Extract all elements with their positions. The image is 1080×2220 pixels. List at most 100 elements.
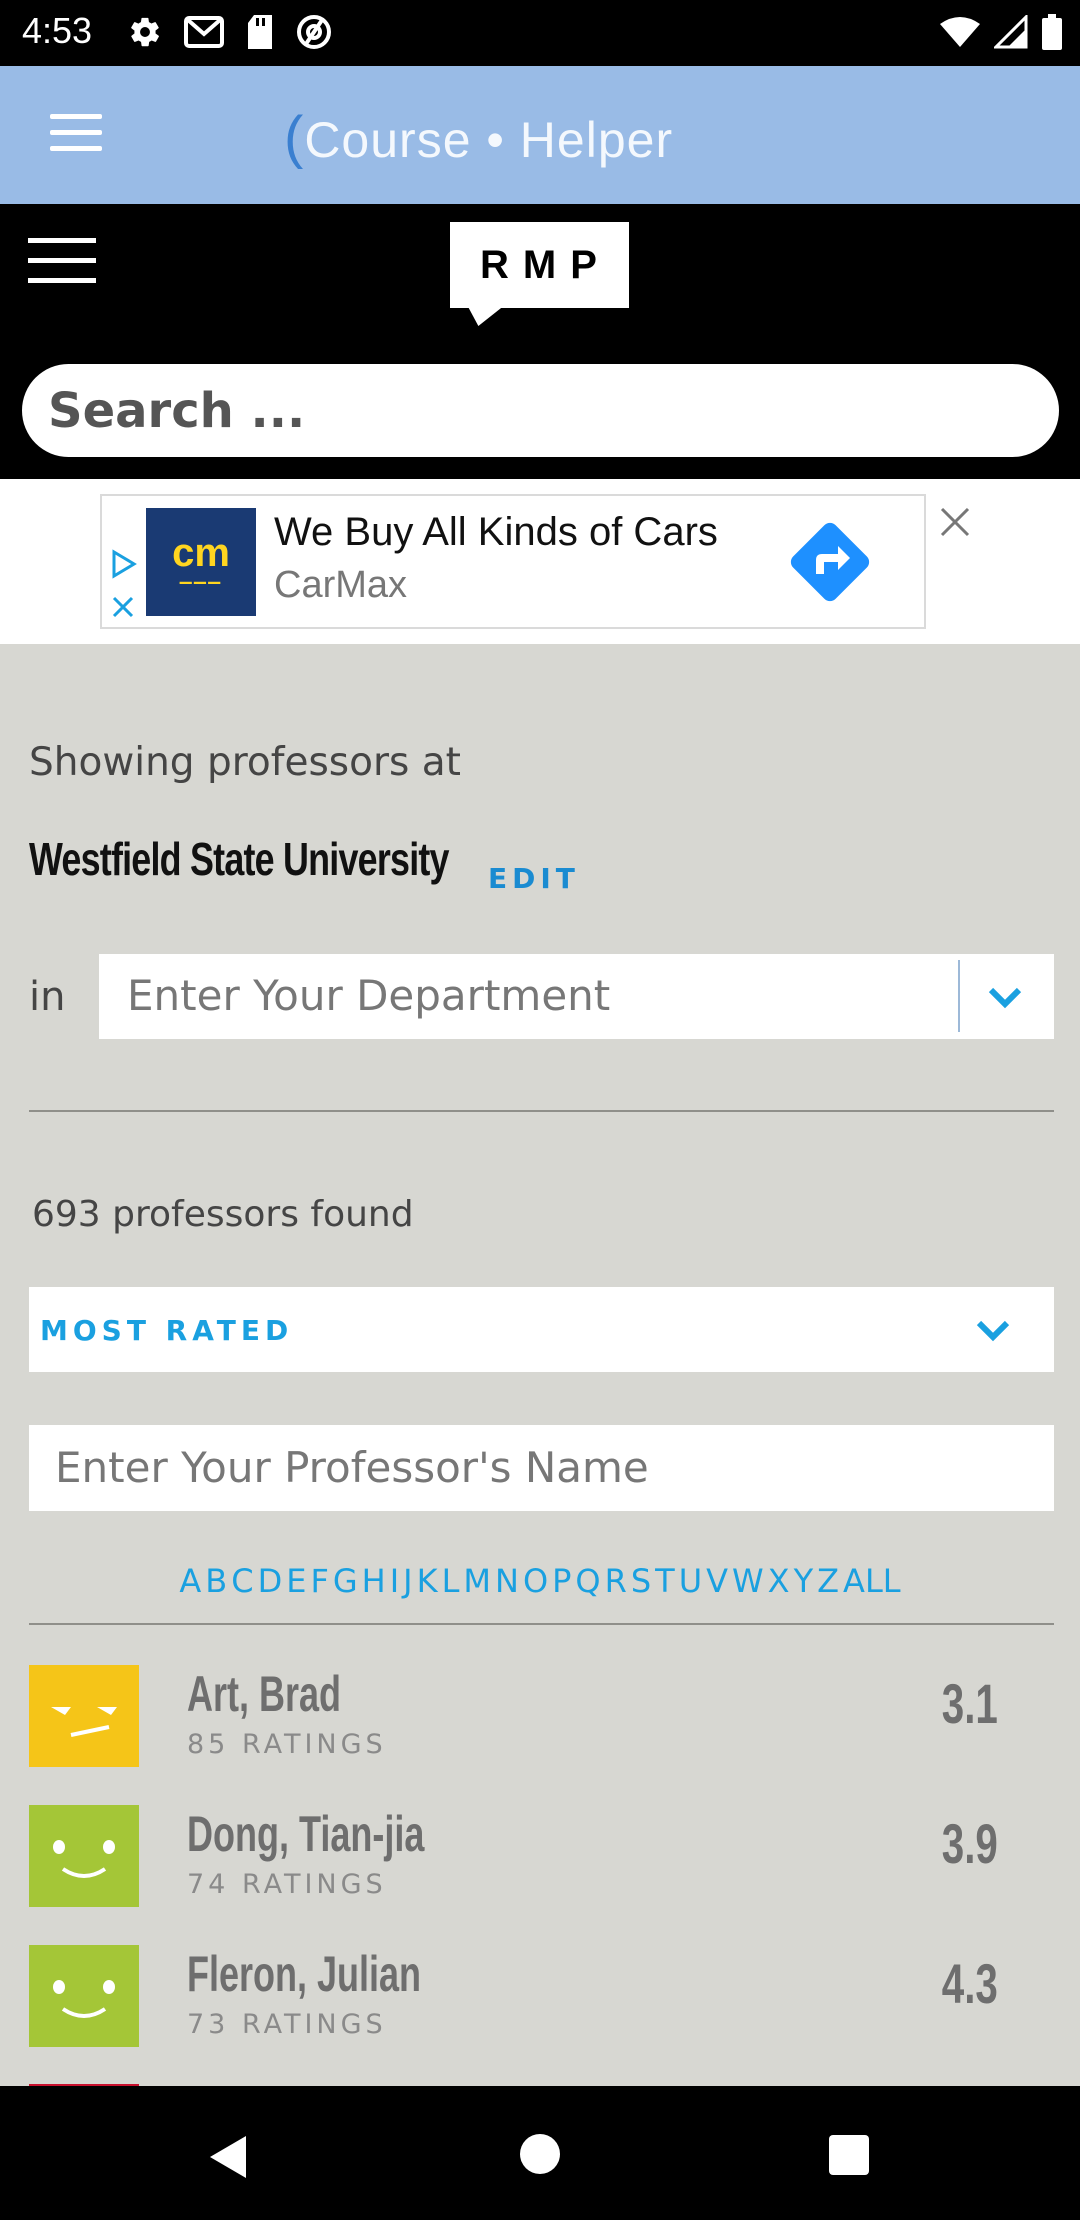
professor-name[interactable]: Fleron, Julian: [187, 1945, 421, 2003]
edit-school-link[interactable]: EDIT: [488, 862, 580, 895]
professor-score: 3.9: [941, 1812, 998, 1875]
sort-label: MOST RATED: [40, 1314, 294, 1347]
home-icon[interactable]: [520, 2134, 560, 2174]
professor-name[interactable]: Art, Brad: [187, 1665, 341, 1723]
alpha-letter[interactable]: G: [333, 1562, 358, 1600]
ad-advertiser: CarMax: [274, 564, 408, 606]
alpha-letter[interactable]: H: [362, 1562, 386, 1600]
alpha-letter[interactable]: Z: [817, 1562, 839, 1600]
alpha-letter[interactable]: E: [286, 1562, 306, 1600]
status-time: 4:53: [22, 10, 93, 51]
course-helper-logo-text: Course • Helper: [304, 112, 674, 168]
signal-icon: [994, 15, 1028, 49]
alpha-letter[interactable]: I: [390, 1562, 399, 1600]
menu-line: [50, 146, 102, 151]
ad-close-icon[interactable]: [938, 505, 972, 539]
chevron-down-icon[interactable]: [973, 1315, 1013, 1345]
course-helper-logo[interactable]: (Course • Helper: [284, 104, 673, 171]
adchoices-icon[interactable]: [108, 548, 138, 628]
alpha-letter[interactable]: W: [732, 1562, 764, 1600]
wifi-icon: [940, 17, 980, 47]
gmail-icon: [184, 16, 224, 48]
course-helper-bar: (Course • Helper: [0, 66, 1080, 204]
search-input[interactable]: Search ...: [22, 364, 1059, 457]
alpha-letter[interactable]: L: [442, 1562, 460, 1600]
alpha-letter[interactable]: M: [463, 1562, 491, 1600]
alpha-letter[interactable]: F: [310, 1562, 328, 1600]
alpha-letter[interactable]: Q: [575, 1562, 600, 1600]
at-sign-icon: [297, 15, 331, 49]
professor-row[interactable]: Fleron, Julian 73 RATINGS 4.3: [29, 1945, 1054, 2055]
school-name: Westfield State University: [29, 833, 450, 885]
menu-line: [50, 130, 102, 135]
happy-face-icon: [29, 1805, 139, 1907]
directions-icon[interactable]: [782, 514, 878, 610]
alpha-letter[interactable]: X: [768, 1562, 790, 1600]
divider: [29, 1110, 1054, 1112]
course-helper-logo-mark: (: [284, 105, 305, 170]
carmax-logo-dashes: ‒‒‒: [179, 569, 223, 594]
gear-icon: [131, 17, 159, 47]
alphabet-filter: A B C D E F G H I J K L M N O P Q R S T U V W X Y Z ALL: [0, 1562, 1080, 1600]
alpha-letter[interactable]: J: [403, 1562, 412, 1600]
menu-line: [28, 278, 96, 283]
recents-icon[interactable]: [829, 2135, 869, 2175]
in-label: in: [29, 974, 66, 1020]
alpha-letter[interactable]: S: [631, 1562, 651, 1600]
menu-line: [50, 114, 102, 119]
menu-line: [28, 238, 96, 243]
carmax-logo: cm ‒‒‒: [146, 508, 256, 616]
ad-banner: cm ‒‒‒ We Buy All Kinds of Cars CarMax: [0, 479, 1080, 644]
professor-row[interactable]: Art, Brad 85 RATINGS 3.1: [29, 1665, 1054, 1775]
meh-face-icon: [29, 1665, 139, 1767]
alpha-letter[interactable]: K: [417, 1562, 438, 1600]
alpha-letter[interactable]: V: [706, 1562, 728, 1600]
department-select[interactable]: Enter Your Department: [99, 954, 1054, 1039]
department-placeholder: Enter Your Department: [127, 971, 611, 1020]
professor-score: 4.3: [941, 1952, 998, 2015]
divider: [29, 1623, 1054, 1625]
alpha-letter[interactable]: C: [231, 1562, 253, 1600]
main-content: Showing professors at Westfield State Un…: [0, 644, 1080, 2086]
ad-box[interactable]: cm ‒‒‒ We Buy All Kinds of Cars CarMax: [100, 494, 926, 629]
alpha-letter[interactable]: Y: [794, 1562, 814, 1600]
alpha-letter[interactable]: ALL: [843, 1562, 901, 1600]
chevron-down-icon[interactable]: [985, 982, 1025, 1012]
back-icon[interactable]: [206, 2134, 250, 2180]
alpha-letter[interactable]: T: [655, 1562, 675, 1600]
alpha-letter[interactable]: B: [205, 1562, 227, 1600]
professor-ratings-count: 73 RATINGS: [187, 2009, 387, 2040]
professor-name[interactable]: Dong, Tian-jia: [187, 1805, 424, 1863]
professor-ratings-count: 85 RATINGS: [187, 1729, 387, 1760]
professor-score: 3.1: [941, 1672, 998, 1735]
battery-icon: [1042, 14, 1062, 50]
search-placeholder: Search ...: [48, 382, 306, 439]
rmp-logo[interactable]: RMP: [450, 222, 629, 308]
professor-name-placeholder: Enter Your Professor's Name: [55, 1443, 649, 1492]
professors-found-count: 693 professors found: [32, 1194, 414, 1235]
rmp-logo-tail: [460, 306, 504, 326]
showing-text: Showing professors at: [29, 740, 461, 785]
rmp-menu-button[interactable]: [28, 238, 98, 298]
alpha-letter[interactable]: N: [495, 1562, 519, 1600]
status-bar: 4:53: [0, 0, 1080, 66]
professor-name-input[interactable]: Enter Your Professor's Name: [29, 1425, 1054, 1511]
ad-title[interactable]: We Buy All Kinds of Cars: [274, 510, 718, 555]
course-helper-menu-button[interactable]: [50, 114, 104, 154]
sd-card-icon: [248, 15, 272, 49]
alpha-letter[interactable]: U: [679, 1562, 702, 1600]
alpha-letter[interactable]: A: [179, 1562, 201, 1600]
professor-ratings-count: 74 RATINGS: [187, 1869, 387, 1900]
alpha-letter[interactable]: D: [258, 1562, 283, 1600]
happy-face-icon: [29, 1945, 139, 2047]
sort-select[interactable]: MOST RATED: [29, 1287, 1054, 1372]
rmp-header: RMP Search ...: [0, 204, 1080, 479]
alpha-letter[interactable]: R: [605, 1562, 627, 1600]
system-nav-bar: [0, 2086, 1080, 2220]
professor-row[interactable]: Dong, Tian-jia 74 RATINGS 3.9: [29, 1805, 1054, 1915]
menu-line: [28, 258, 96, 263]
alpha-letter[interactable]: O: [523, 1562, 548, 1600]
carmax-logo-text: cm: [172, 531, 230, 575]
alpha-letter[interactable]: P: [552, 1562, 571, 1600]
select-divider: [958, 960, 960, 1032]
